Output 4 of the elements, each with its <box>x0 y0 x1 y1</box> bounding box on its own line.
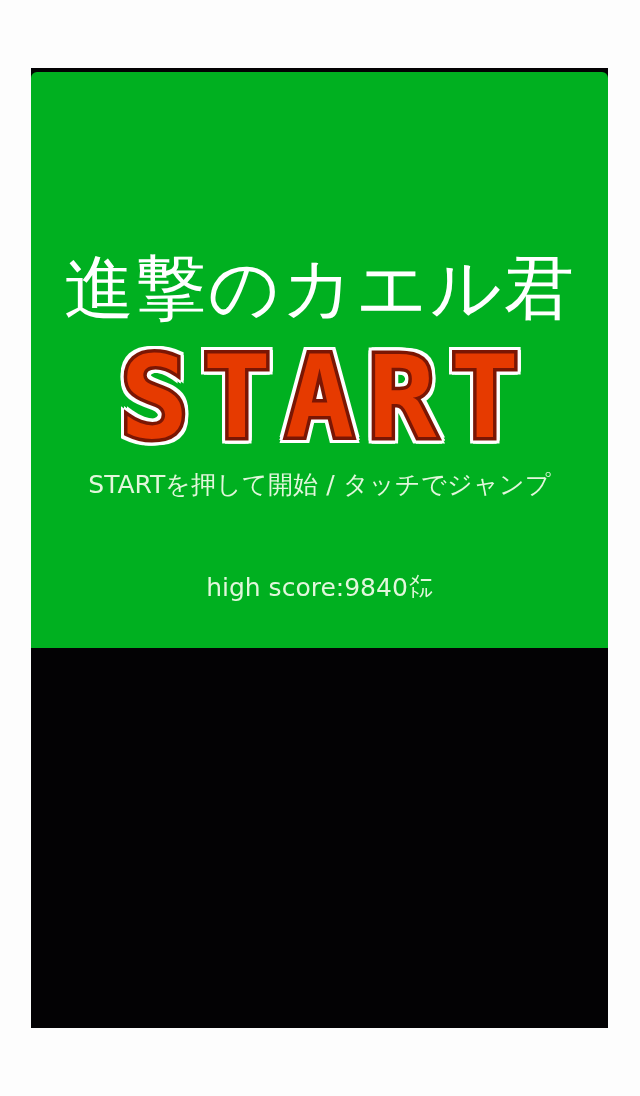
start-button[interactable]: START <box>101 352 538 444</box>
instructions-text: STARTを押して開始 / タッチでジャンプ <box>88 470 551 500</box>
high-score-text: high score:9840㍍ <box>206 573 433 603</box>
game-title: 進撃のカエル君 <box>63 250 576 326</box>
